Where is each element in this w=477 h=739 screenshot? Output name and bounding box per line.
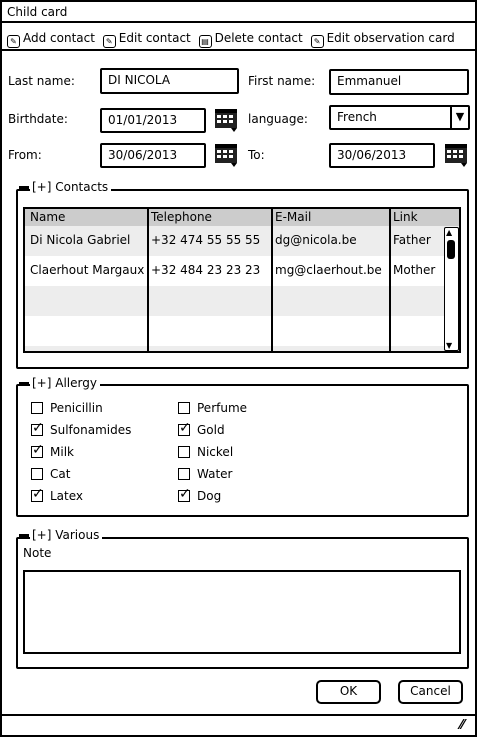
checkbox-label: Milk (50, 445, 74, 459)
first-name-label: First name: (248, 74, 316, 88)
last-name-input[interactable]: DI NICOLA (100, 68, 239, 94)
checkbox[interactable] (178, 402, 190, 414)
first-name-input[interactable]: Emmanuel (329, 69, 469, 95)
column-divider (271, 209, 273, 351)
calendar-icon[interactable] (214, 143, 238, 167)
last-name-label: Last name: (8, 74, 75, 88)
language-label: language: (248, 112, 308, 126)
various-legend[interactable]: [+] Various (30, 528, 103, 542)
column-header-email[interactable]: E-Mail (275, 210, 311, 224)
checkbox-label: Water (197, 467, 233, 481)
cell-email: dg@nicola.be (275, 233, 357, 247)
checkbox[interactable]: ✓ (31, 420, 44, 436)
checkbox-label: Dog (197, 489, 222, 503)
pencil-icon: ✎ (310, 35, 324, 48)
contacts-table: Name Telephone E-Mail Link Di Nicola Gab… (23, 207, 461, 353)
from-date-input[interactable]: 30/06/2013 (100, 143, 206, 168)
checkbox[interactable] (31, 402, 43, 414)
cell-name: Di Nicola Gabriel (30, 233, 131, 247)
checkbox-label: Penicillin (50, 401, 103, 415)
cell-email: mg@claerhout.be (275, 263, 382, 277)
column-header-telephone[interactable]: Telephone (151, 210, 212, 224)
ok-button[interactable]: OK (316, 680, 381, 704)
row-bg (25, 346, 459, 351)
checkbox-label: Latex (50, 489, 84, 503)
table-scrollbar[interactable]: ▲ ▼ (444, 227, 459, 351)
birthdate-label: Birthdate: (8, 112, 68, 126)
column-divider (389, 209, 391, 351)
edit-observation-card-button[interactable]: ✎ Edit observation card (310, 31, 455, 48)
divider (0, 21, 477, 23)
allergy-legend[interactable]: [+] Allergy (30, 376, 100, 390)
checkbox-label: Sulfonamides (50, 423, 132, 437)
add-contact-button[interactable]: ✎ Add contact (7, 31, 95, 48)
checkbox-label: Gold (197, 423, 225, 437)
note-label: Note (23, 546, 52, 560)
divider (0, 49, 477, 51)
cancel-button[interactable]: Cancel (398, 680, 463, 704)
checkmark-icon: ✓ (32, 420, 44, 436)
cell-telephone: +32 474 55 55 55 (151, 233, 261, 247)
column-header-name[interactable]: Name (30, 210, 65, 224)
checkmark-icon: ✓ (179, 420, 191, 436)
chevron-down-icon[interactable]: ▼ (450, 107, 468, 128)
cell-name: Claerhout Margaux (30, 263, 145, 277)
cell-link: Mother (393, 263, 436, 277)
checkbox-label: Cat (50, 467, 71, 481)
calendar-icon[interactable] (444, 143, 468, 167)
from-label: From: (8, 148, 42, 162)
checkmark-icon: ✓ (32, 442, 44, 458)
checkbox-label: Nickel (197, 445, 234, 459)
calendar-icon[interactable] (214, 108, 238, 132)
column-divider (147, 209, 149, 351)
note-textarea[interactable] (23, 570, 461, 654)
checkbox-label: Perfume (197, 401, 248, 415)
scroll-up-icon[interactable]: ▲ (446, 228, 452, 237)
edit-contact-button[interactable]: ✎ Edit contact (102, 31, 191, 48)
cell-telephone: +32 484 23 23 23 (151, 263, 261, 277)
delete-contact-button[interactable]: ▤ Delete contact (198, 31, 303, 48)
to-label: To: (248, 148, 265, 162)
checkbox[interactable]: ✓ (31, 442, 44, 458)
checkbox[interactable]: ✓ (178, 486, 191, 502)
row-bg (25, 286, 459, 316)
checkbox[interactable]: ✓ (31, 486, 44, 502)
scroll-down-icon[interactable]: ▼ (446, 341, 452, 350)
toolbar: ✎ Add contact ✎ Edit contact ▤ Delete conta… (7, 31, 455, 48)
trash-icon: ▤ (198, 35, 212, 48)
checkbox[interactable] (178, 468, 190, 480)
cell-link: Father (393, 233, 431, 247)
checkmark-icon: ✓ (32, 486, 44, 502)
column-header-link[interactable]: Link (393, 210, 418, 224)
contacts-legend[interactable]: [+] Contacts (30, 180, 112, 194)
checkbox[interactable] (31, 468, 43, 480)
birthdate-input[interactable]: 01/01/2013 (100, 108, 206, 133)
scrollbar-thumb[interactable] (447, 240, 455, 259)
window-title: Child card (7, 5, 68, 19)
checkmark-icon: ✓ (179, 486, 191, 502)
checkbox[interactable] (178, 446, 190, 458)
status-bar-divider (0, 714, 477, 716)
checkbox[interactable]: ✓ (178, 420, 191, 436)
resize-grip-icon[interactable]: ⁄⁄ (460, 718, 464, 733)
pencil-icon: ✎ (7, 35, 20, 48)
language-select[interactable]: French ▼ (329, 105, 470, 130)
pencil-icon: ✎ (102, 35, 116, 48)
to-date-input[interactable]: 30/06/2013 (329, 143, 435, 168)
